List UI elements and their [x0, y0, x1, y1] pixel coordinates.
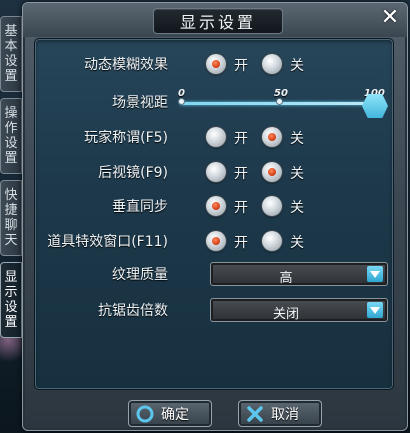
setting-label: 玩家称谓(F5): [84, 130, 168, 146]
tab-char: 捷: [4, 203, 18, 218]
tab-char: 设: [4, 300, 18, 315]
setting-label: 场景视距: [112, 95, 168, 111]
on-label: 开: [234, 58, 248, 74]
dynamic-blur-off-radio[interactable]: [262, 54, 282, 74]
on-label: 开: [234, 131, 248, 147]
confirm-label: 确定: [161, 406, 189, 423]
slider-tick: [276, 98, 283, 105]
close-icon[interactable]: ✕: [379, 7, 401, 29]
tab-char: 设: [4, 54, 18, 69]
setting-row-dynamic-blur: 动态模糊效果 开 关: [34, 52, 394, 76]
setting-label: 垂直同步: [112, 199, 168, 215]
setting-row-texture-quality: 纹理质量 高: [34, 262, 394, 286]
setting-label: 道具特效窗口(F11): [47, 234, 168, 250]
vsync-off-radio[interactable]: [262, 196, 282, 216]
vsync-on-radio[interactable]: [206, 196, 226, 216]
title-bar: 显示设置 ✕: [23, 3, 407, 37]
setting-label: 动态模糊效果: [84, 57, 168, 73]
tab-char: 置: [4, 315, 18, 330]
dropdown-value: 高: [279, 271, 293, 286]
player-titles-on-radio[interactable]: [206, 127, 226, 147]
off-label: 关: [290, 235, 304, 251]
setting-row-player-titles: 玩家称谓(F5) 开 关: [34, 125, 394, 149]
window-title: 显示设置: [153, 8, 283, 34]
off-label: 关: [290, 131, 304, 147]
cancel-label: 取消: [271, 406, 299, 423]
rear-view-on-radio[interactable]: [206, 162, 226, 182]
tab-basic-settings[interactable]: 基 本 设 置: [0, 16, 22, 92]
tab-char: 作: [4, 121, 18, 136]
chevron-down-icon[interactable]: [367, 302, 383, 318]
setting-label: 纹理质量: [112, 267, 168, 283]
tab-control-settings[interactable]: 操 作 设 置: [0, 98, 22, 174]
setting-label: 后视镜(F9): [98, 165, 168, 181]
item-effects-off-radio[interactable]: [262, 231, 282, 251]
cancel-button[interactable]: 取消: [238, 400, 322, 427]
tab-display-settings[interactable]: 显 示 设 置: [0, 262, 22, 338]
setting-row-view-distance: 场景视距 0 50 100: [34, 88, 394, 118]
dropdown-value: 关闭: [272, 307, 299, 322]
tab-char: 本: [4, 39, 18, 54]
tab-char: 设: [4, 136, 18, 151]
on-label: 开: [234, 235, 248, 251]
confirm-button[interactable]: 确定: [128, 400, 212, 427]
slider-tick-label: 50: [274, 88, 288, 99]
on-label: 开: [234, 200, 248, 216]
confirm-circle-icon: [135, 404, 155, 424]
cancel-x-icon: [245, 404, 265, 424]
texture-quality-dropdown[interactable]: 高: [210, 262, 388, 286]
setting-label: 抗锯齿倍数: [98, 303, 168, 319]
antialiasing-dropdown[interactable]: 关闭: [210, 298, 388, 322]
tab-char: 快: [4, 188, 18, 203]
slider-tick-label: 0: [178, 88, 185, 99]
player-titles-off-radio[interactable]: [262, 127, 282, 147]
slider-tick: [178, 98, 185, 105]
setting-row-antialiasing: 抗锯齿倍数 关闭: [34, 298, 394, 322]
setting-row-vsync: 垂直同步 开 关: [34, 194, 394, 218]
tab-char: 聊: [4, 218, 18, 233]
tab-char: 操: [4, 106, 18, 121]
dynamic-blur-on-radio[interactable]: [206, 54, 226, 74]
item-effects-on-radio[interactable]: [206, 231, 226, 251]
setting-row-rear-view: 后视镜(F9) 开 关: [34, 160, 394, 184]
tab-char: 基: [4, 24, 18, 39]
off-label: 关: [290, 58, 304, 74]
tab-quick-chat[interactable]: 快 捷 聊 天: [0, 180, 22, 256]
tab-char: 置: [4, 69, 18, 84]
off-label: 关: [290, 200, 304, 216]
tab-char: 显: [4, 270, 18, 285]
tab-char: 示: [4, 285, 18, 300]
on-label: 开: [234, 166, 248, 182]
setting-row-item-effects: 道具特效窗口(F11) 开 关: [34, 229, 394, 253]
tab-char: 天: [4, 233, 18, 248]
tab-char: 置: [4, 151, 18, 166]
rear-view-off-radio[interactable]: [262, 162, 282, 182]
chevron-down-icon[interactable]: [367, 266, 383, 282]
off-label: 关: [290, 166, 304, 182]
